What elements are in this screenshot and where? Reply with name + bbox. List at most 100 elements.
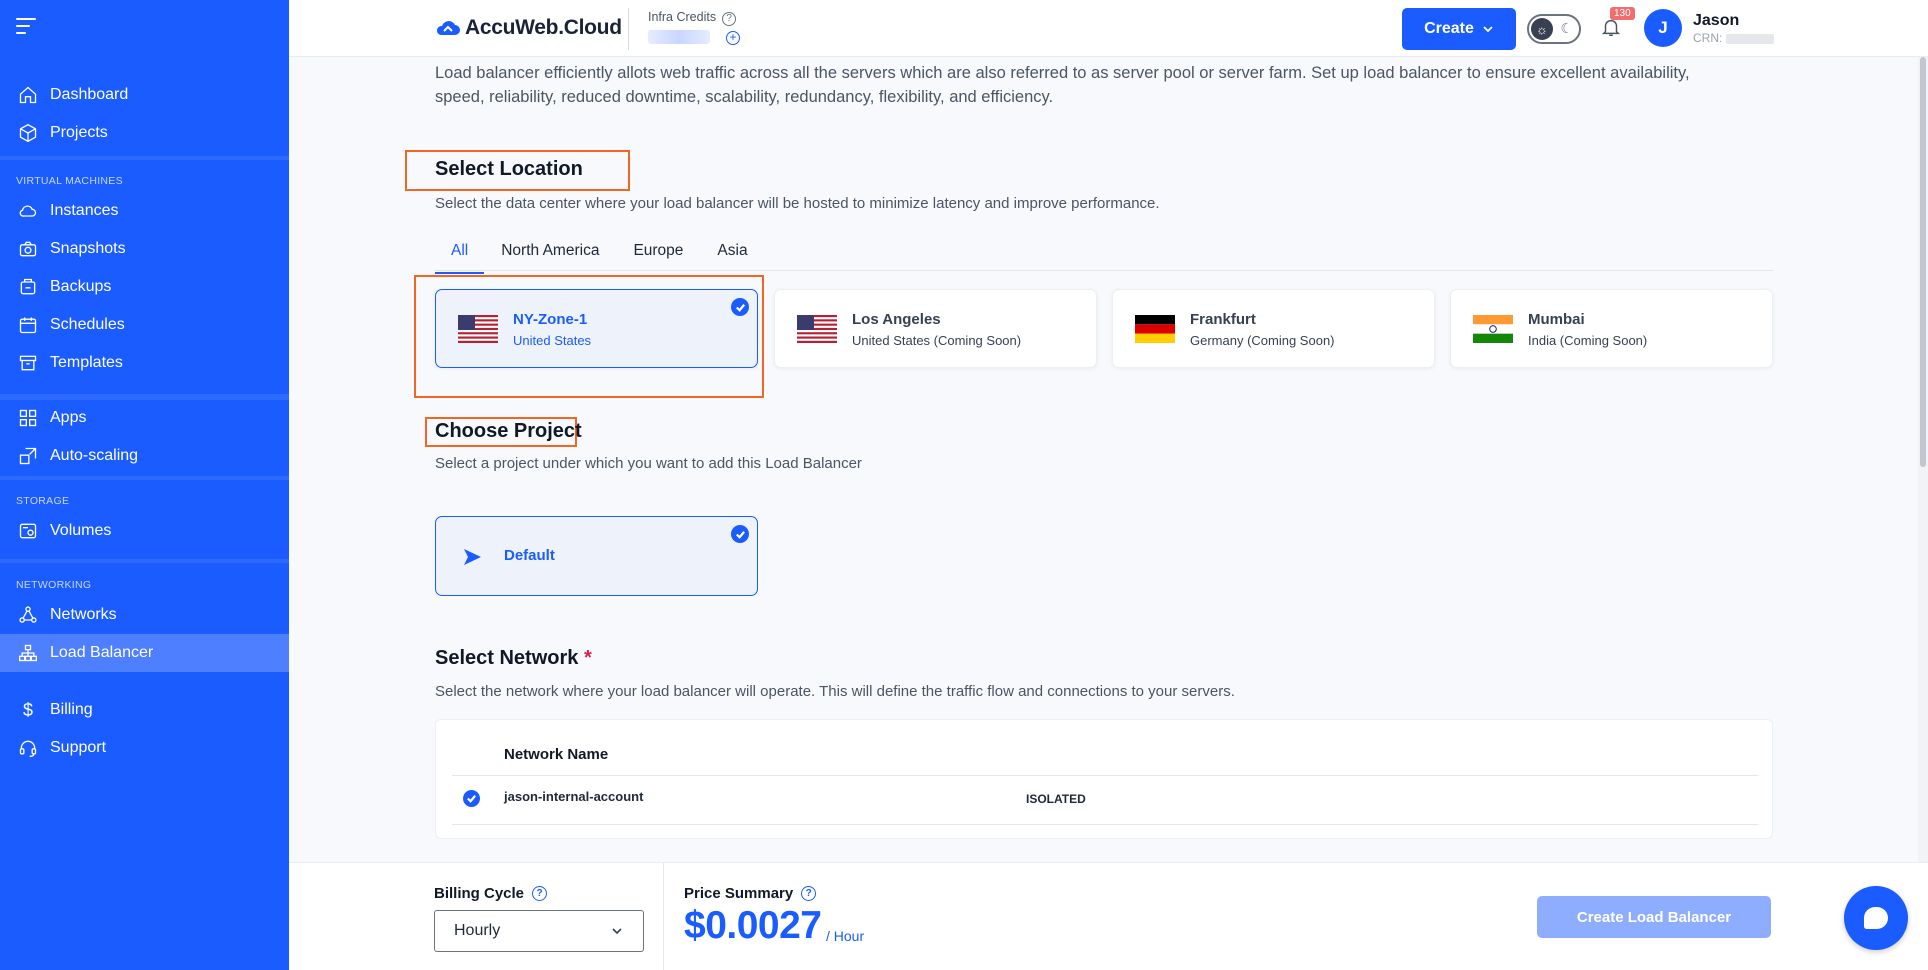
sidebar-item-snapshots[interactable]: Snapshots xyxy=(0,230,289,268)
grid-icon xyxy=(18,408,38,428)
help-icon[interactable]: ? xyxy=(801,886,817,901)
network-title-text: Select Network xyxy=(435,647,579,669)
price-summary-text: Price Summary xyxy=(684,885,794,902)
create-load-balancer-button[interactable]: Create Load Balancer xyxy=(1537,896,1771,938)
location-card-frankfurt[interactable]: Frankfurt Germany (Coming Soon) xyxy=(1112,289,1435,368)
sidebar: Dashboard Projects VIRTUAL MACHINES Inst… xyxy=(0,0,289,970)
location-name: NY-Zone-1 xyxy=(513,311,588,328)
headset-icon xyxy=(18,738,38,758)
price-unit: / Hour xyxy=(826,928,865,944)
sidebar-item-apps[interactable]: Apps xyxy=(0,399,289,437)
sidebar-item-billing[interactable]: $ Billing xyxy=(0,691,289,729)
location-card-los-angeles[interactable]: Los Angeles United States (Coming Soon) xyxy=(774,289,1097,368)
price-value: $0.0027 xyxy=(684,904,822,947)
chevron-down-icon xyxy=(612,928,622,935)
create-button-label: Create xyxy=(1424,20,1474,37)
section-subtitle-location: Select the data center where your load b… xyxy=(435,195,1160,212)
project-card-default[interactable]: Default xyxy=(435,516,758,596)
sidebar-item-instances[interactable]: Instances xyxy=(0,192,289,230)
sidebar-item-label: Snapshots xyxy=(50,240,126,257)
location-name: Los Angeles xyxy=(852,311,941,328)
sidebar-group-vm: VIRTUAL MACHINES Instances Snapshots Bac… xyxy=(0,170,289,382)
help-icon[interactable]: ? xyxy=(532,886,548,901)
theme-toggle[interactable]: ☼ ☾ xyxy=(1527,14,1581,44)
crn-value-blurred xyxy=(1725,33,1774,44)
sidebar-item-label: Projects xyxy=(50,124,108,141)
section-subtitle-network: Select the network where your load balan… xyxy=(435,683,1235,700)
sidebar-divider xyxy=(0,559,289,563)
location-country: United States xyxy=(513,333,592,348)
check-circle-icon xyxy=(731,298,749,316)
network-name-cell[interactable]: jason-internal-account xyxy=(504,789,643,804)
brand-logo[interactable]: AccuWeb.Cloud xyxy=(435,16,622,40)
billing-cycle-text: Billing Cycle xyxy=(434,885,525,902)
sidebar-item-load-balancer[interactable]: Load Balancer xyxy=(0,634,289,672)
avatar[interactable]: J xyxy=(1644,9,1682,47)
india-flag-icon xyxy=(1473,315,1513,343)
scrollbar-thumb[interactable] xyxy=(1920,57,1926,467)
location-card-mumbai[interactable]: Mumbai India (Coming Soon) xyxy=(1450,289,1773,368)
sidebar-item-label: Templates xyxy=(50,354,123,371)
database-icon xyxy=(18,521,38,541)
location-card-ny-zone-1[interactable]: NY-Zone-1 United States xyxy=(435,289,758,368)
required-mark: * xyxy=(583,647,592,669)
sidebar-item-volumes[interactable]: Volumes xyxy=(0,512,289,550)
sidebar-item-projects[interactable]: Projects xyxy=(0,114,289,152)
add-credits-icon[interactable]: + xyxy=(726,31,740,45)
user-name[interactable]: Jason xyxy=(1693,12,1739,30)
main-scrollbar[interactable] xyxy=(1918,57,1928,862)
location-country: Germany (Coming Soon) xyxy=(1190,333,1335,348)
sidebar-group-apps: Apps Auto-scaling xyxy=(0,399,289,475)
table-divider xyxy=(452,775,1758,776)
billing-cycle-select[interactable]: Hourly xyxy=(434,910,644,952)
sidebar-group-storage: STORAGE Volumes xyxy=(0,490,289,550)
dollar-icon: $ xyxy=(22,699,33,720)
location-name: Frankfurt xyxy=(1190,311,1256,328)
cloud-logo-icon xyxy=(436,21,460,35)
sidebar-item-templates[interactable]: Templates xyxy=(0,344,289,382)
sidebar-item-auto-scaling[interactable]: Auto-scaling xyxy=(0,437,289,475)
section-title-project: Choose Project xyxy=(435,420,582,442)
location-country: India (Coming Soon) xyxy=(1528,333,1648,348)
infra-credits-label: Infra Credits xyxy=(648,10,717,24)
menu-toggle-icon[interactable] xyxy=(16,18,36,34)
infra-credits: Infra Credits? xyxy=(648,10,737,26)
sidebar-group-main: Dashboard Projects xyxy=(0,76,289,152)
help-icon[interactable]: ? xyxy=(722,11,737,26)
table-row-select[interactable] xyxy=(463,790,480,807)
cube-icon xyxy=(18,123,38,143)
section-label-networking: NETWORKING xyxy=(16,579,92,591)
sidebar-item-dashboard[interactable]: Dashboard xyxy=(0,76,289,114)
sidebar-item-schedules[interactable]: Schedules xyxy=(0,306,289,344)
sidebar-item-label: Apps xyxy=(50,409,87,426)
us-flag-icon xyxy=(797,315,837,343)
check-circle-icon xyxy=(463,790,480,807)
network-icon xyxy=(18,605,38,625)
moon-icon: ☾ xyxy=(1560,20,1573,36)
intro-text: Load balancer efficiently allots web tra… xyxy=(435,64,1690,106)
backup-icon xyxy=(18,277,38,297)
location-name: Mumbai xyxy=(1528,311,1585,328)
section-label-vm: VIRTUAL MACHINES xyxy=(16,175,123,187)
table-header-network-name: Network Name xyxy=(504,746,609,763)
network-table: Network Name jason-internal-account ISOL… xyxy=(435,719,1773,839)
sidebar-item-support[interactable]: Support xyxy=(0,729,289,767)
sidebar-group-bottom: $ Billing Support xyxy=(0,691,289,767)
sidebar-item-networks[interactable]: Networks xyxy=(0,596,289,634)
sidebar-item-label: Auto-scaling xyxy=(50,447,139,464)
germany-flag-icon xyxy=(1135,315,1175,343)
billing-cycle-label: Billing Cycle? xyxy=(434,885,548,902)
price-summary-label: Price Summary? xyxy=(684,885,817,902)
billing-cycle-value: Hourly xyxy=(454,922,501,939)
sidebar-item-backups[interactable]: Backups xyxy=(0,268,289,306)
user-crn-label: CRN: xyxy=(1693,31,1726,45)
sidebar-item-label: Backups xyxy=(50,278,112,295)
top-header: AccuWeb.Cloud Infra Credits? + Create ☼ … xyxy=(289,0,1928,57)
create-button[interactable]: Create xyxy=(1402,8,1516,50)
tabs-underline xyxy=(435,270,1773,271)
send-arrow-icon xyxy=(464,549,481,565)
sidebar-item-label: Dashboard xyxy=(50,86,129,103)
section-subtitle-project: Select a project under which you want to… xyxy=(435,455,862,472)
section-label-storage: STORAGE xyxy=(16,495,70,507)
chat-support-button[interactable] xyxy=(1844,886,1908,950)
